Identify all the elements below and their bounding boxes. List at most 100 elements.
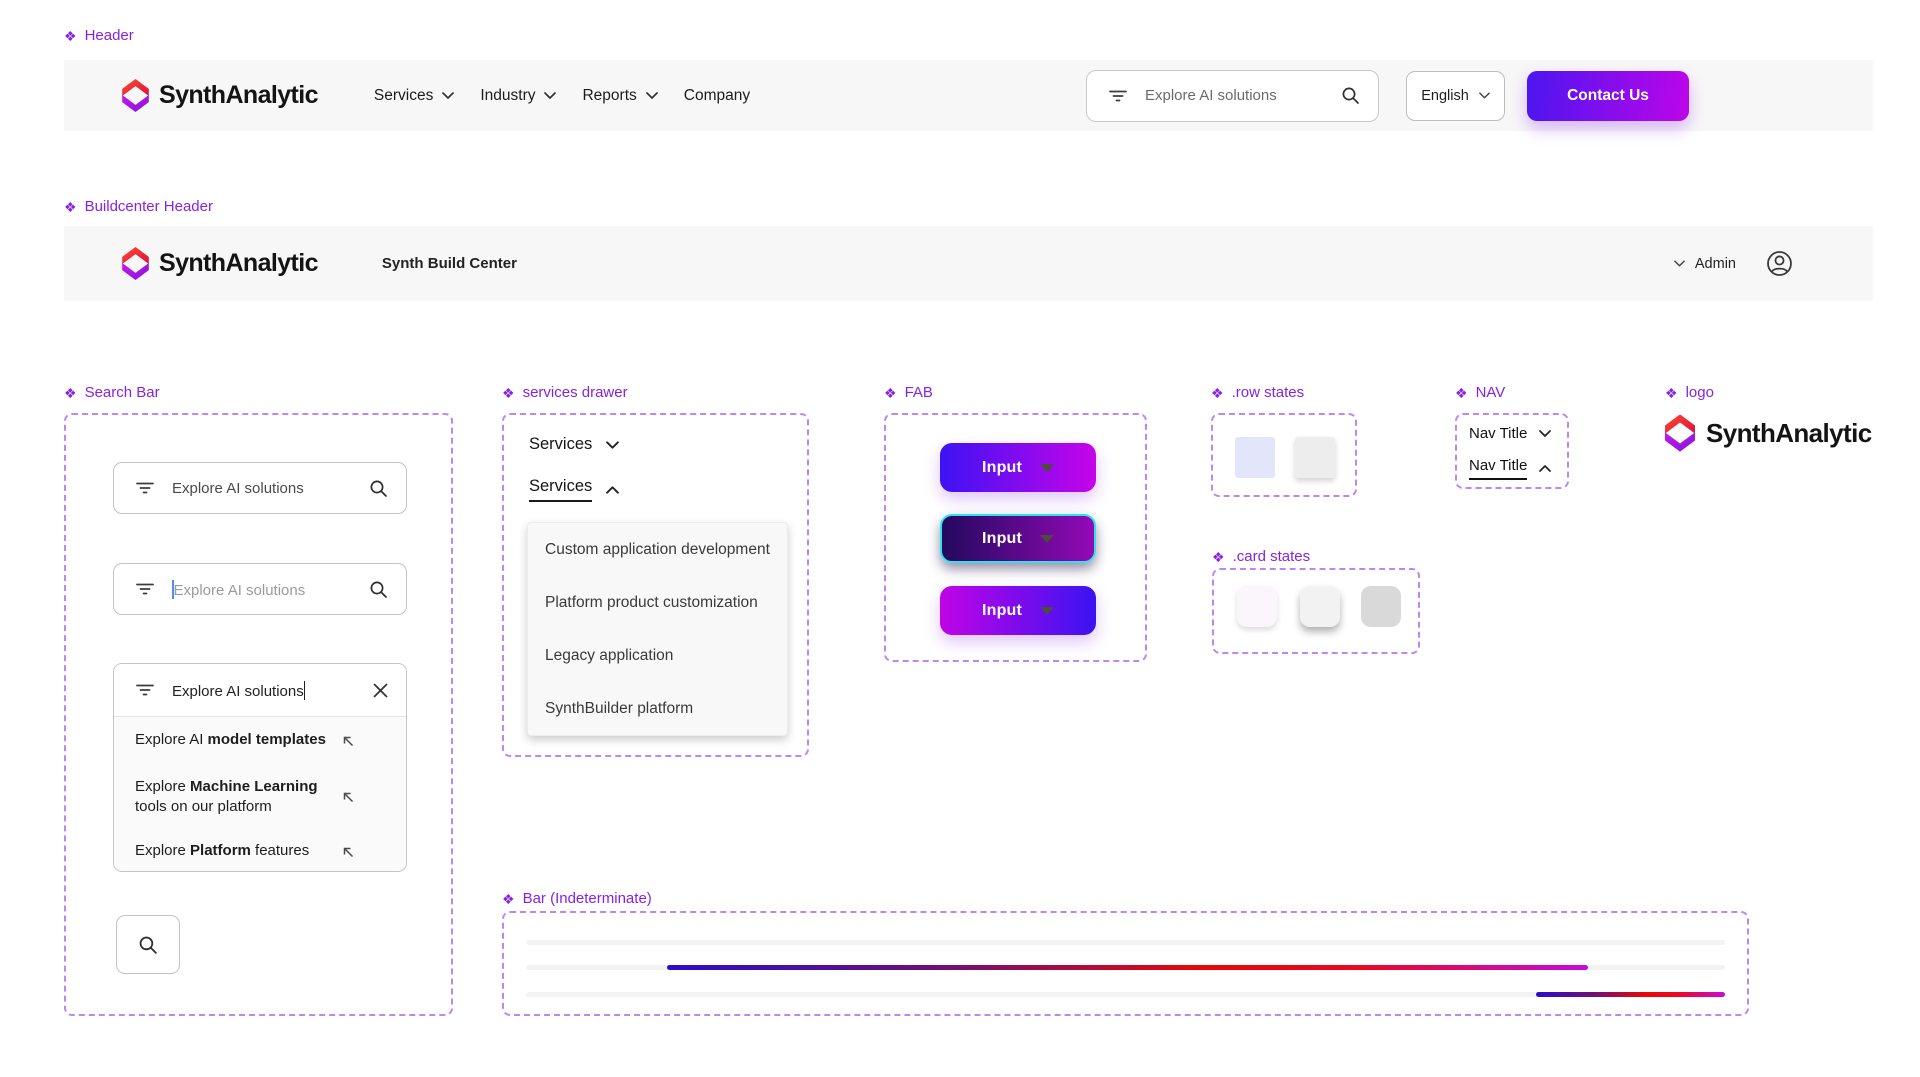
- buildcenter-title: Synth Build Center: [381, 255, 517, 272]
- brand-logo-icon: [1665, 414, 1695, 452]
- fab-input-button-default[interactable]: Input: [940, 443, 1096, 492]
- chevron-down-icon: [606, 440, 620, 449]
- brand-logo-icon: [122, 79, 149, 112]
- search-input-default[interactable]: Explore AI solutions: [113, 462, 407, 514]
- language-label: English: [1421, 87, 1469, 104]
- section-label-logo: ❖ logo: [1665, 384, 1714, 402]
- section-label-fab: ❖ FAB: [884, 384, 933, 402]
- card-state-light[interactable]: [1237, 586, 1277, 627]
- suggestion-text: Explore AI model templates: [135, 731, 326, 749]
- nav-item-services[interactable]: Services: [373, 86, 455, 105]
- filter-icon: [136, 482, 154, 494]
- dropdown-item[interactable]: Custom application development: [528, 523, 787, 576]
- bar-indeterminate-frame: [502, 911, 1749, 1016]
- component-marker-icon: ❖: [64, 199, 77, 215]
- header-search-input[interactable]: Explore AI solutions: [1086, 69, 1379, 122]
- insert-arrow-icon[interactable]: [341, 845, 355, 859]
- section-label-text: logo: [1685, 384, 1714, 401]
- services-trigger-expanded[interactable]: Services: [529, 477, 620, 502]
- fab-button-label: Input: [981, 458, 1023, 476]
- section-label-text: .row states: [1231, 384, 1305, 401]
- card-states-frame: [1212, 568, 1420, 654]
- search-icon-button[interactable]: [116, 915, 180, 974]
- suggestion-item[interactable]: Explore AI model templates: [114, 717, 406, 764]
- search-input-focused[interactable]: Explore AI solutions: [113, 563, 407, 615]
- user-avatar-icon[interactable]: [1766, 250, 1793, 277]
- services-trigger-collapsed[interactable]: Services: [529, 435, 620, 454]
- progress-track: [526, 992, 1725, 997]
- services-drawer-frame: Services Services Custom application dev…: [502, 413, 809, 757]
- section-label-text: NAV: [1475, 384, 1506, 401]
- close-icon[interactable]: [373, 683, 388, 698]
- brand-logo[interactable]: SynthAnalytic: [122, 79, 319, 112]
- site-header: SynthAnalytic Services Industry Reports: [64, 60, 1873, 131]
- search-input-value: Explore AI solutions: [172, 682, 304, 700]
- section-label-search-bar: ❖ Search Bar: [64, 384, 160, 402]
- caret-down-icon: [1040, 534, 1055, 543]
- contact-us-button[interactable]: Contact Us: [1527, 70, 1689, 121]
- card-state-raised[interactable]: [1300, 586, 1340, 627]
- logo-component: SynthAnalytic: [1665, 414, 1872, 452]
- search-input-value-wrap: Explore AI solutions: [172, 680, 373, 700]
- brand-logo-icon: [122, 247, 149, 280]
- suggestion-item[interactable]: Explore Machine Learning tools on our pl…: [114, 764, 406, 830]
- nav-title-collapsed[interactable]: Nav Title: [1469, 425, 1552, 442]
- search-input-value: Explore AI solutions: [172, 479, 304, 497]
- card-state-disabled[interactable]: [1361, 586, 1401, 627]
- suggestion-text: Explore Machine Learning tools on our pl…: [135, 777, 318, 815]
- language-selector[interactable]: English: [1406, 70, 1505, 121]
- section-label-nav: ❖ NAV: [1455, 384, 1505, 402]
- chevron-down-icon: [1478, 92, 1490, 99]
- services-dropdown: Custom application development Platform …: [527, 522, 788, 736]
- search-icon: [138, 935, 158, 955]
- search-icon[interactable]: [1341, 86, 1360, 105]
- component-marker-icon: ❖: [64, 385, 77, 401]
- chevron-down-icon: [1674, 260, 1685, 267]
- nav-item-label: Services: [373, 86, 434, 104]
- filter-icon: [136, 684, 154, 696]
- nav-item-company[interactable]: Company: [684, 87, 750, 105]
- row-state-hover[interactable]: [1235, 437, 1275, 478]
- search-input-placeholder-wrap: Explore AI solutions: [172, 579, 369, 599]
- component-marker-icon: ❖: [1211, 385, 1224, 401]
- insert-arrow-icon[interactable]: [341, 790, 355, 804]
- chevron-down-icon: [645, 92, 658, 99]
- nav-frame: Nav Title Nav Title: [1455, 413, 1569, 489]
- nav-item-reports[interactable]: Reports: [582, 87, 658, 105]
- search-suggestions-panel: Explore AI solutions Explore AI model te…: [113, 663, 407, 872]
- fab-input-button-focused[interactable]: Input: [940, 514, 1096, 563]
- suggestion-item[interactable]: Explore Platform features: [114, 830, 406, 871]
- chevron-up-icon: [606, 485, 620, 494]
- section-label-text: Buildcenter Header: [84, 198, 213, 215]
- fab-button-label: Input: [981, 529, 1023, 547]
- section-label-text: services drawer: [522, 384, 628, 401]
- nav-title-expanded[interactable]: Nav Title: [1469, 457, 1552, 480]
- chevron-down-icon: [442, 92, 455, 99]
- dropdown-item[interactable]: SynthBuilder platform: [528, 682, 787, 735]
- dropdown-item[interactable]: Platform product customization: [528, 576, 787, 629]
- search-bar-frame: Explore AI solutions Explore AI solution…: [64, 413, 453, 1016]
- admin-menu[interactable]: Admin: [1674, 250, 1793, 277]
- insert-arrow-icon[interactable]: [341, 734, 355, 748]
- section-label-buildcenter: ❖ Buildcenter Header: [64, 198, 1920, 216]
- search-icon[interactable]: [369, 479, 388, 498]
- fab-input-button-alt[interactable]: Input: [940, 586, 1096, 635]
- chevron-down-icon: [544, 92, 557, 99]
- nav-item-industry[interactable]: Industry: [480, 86, 557, 105]
- filter-icon: [136, 583, 154, 595]
- text-cursor: [303, 680, 306, 700]
- search-input-typed[interactable]: Explore AI solutions: [114, 664, 406, 717]
- dropdown-item[interactable]: Legacy application: [528, 629, 787, 682]
- component-marker-icon: ❖: [1455, 385, 1468, 401]
- section-label-header: ❖ Header: [64, 27, 1920, 45]
- services-trigger-label: Services: [529, 435, 593, 453]
- nav-item-label: Industry: [480, 86, 536, 104]
- row-states-frame: [1211, 413, 1357, 497]
- brand-logo[interactable]: SynthAnalytic: [122, 247, 319, 280]
- nav-title-label: Nav Title: [1469, 457, 1528, 480]
- brand-name: SynthAnalytic: [159, 249, 319, 277]
- section-label-text: .card states: [1232, 548, 1311, 565]
- search-icon[interactable]: [369, 580, 388, 599]
- row-state-raised[interactable]: [1295, 437, 1335, 478]
- search-input-placeholder: Explore AI solutions: [173, 581, 306, 599]
